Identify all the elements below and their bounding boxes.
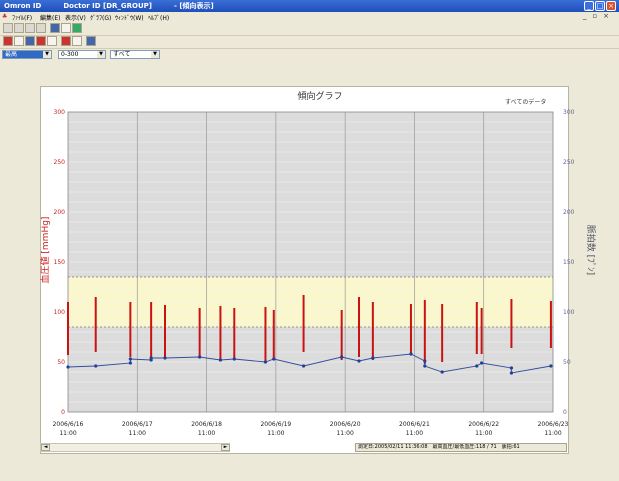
scroll-right-icon[interactable]: ► [221,444,230,451]
pulse-point [128,361,132,365]
chart-legend-text: すべてのデータ [505,98,546,106]
pulse-point [340,355,344,359]
x-tick-time: 11:00 [406,430,423,437]
pulse-point [149,356,153,360]
pulse-point [423,364,427,368]
x-tick-time: 11:00 [475,430,492,437]
x-tick-date: 2006/6/17 [122,421,153,428]
pulse-point [66,365,70,369]
pulse-point [198,355,202,359]
right-axis-label: 脈拍数 [ﾌﾟﾝ] [585,225,597,275]
y-tick-right: 100 [563,309,575,316]
x-tick-time: 11:00 [267,430,284,437]
y-tick-right: 0 [563,409,567,416]
pulse-point [272,357,276,361]
x-tick-date: 2006/6/18 [191,421,222,428]
x-tick-date: 2006/6/23 [538,421,569,428]
x-tick-time: 11:00 [129,430,146,437]
x-tick-time: 11:00 [198,430,215,437]
y-tick-left: 200 [54,209,66,216]
y-tick-left: 150 [54,259,66,266]
x-tick-time: 11:00 [59,430,76,437]
y-tick-right: 300 [563,109,575,116]
pulse-point [509,366,514,370]
horizontal-scrollbar[interactable]: ◄ ► [40,443,230,452]
left-axis-label: 血圧値 [mmHg] [39,217,51,284]
pulse-point [480,361,484,365]
y-tick-right: 200 [563,209,575,216]
pulse-point [218,358,223,362]
x-tick-date: 2006/6/22 [468,421,499,428]
y-tick-left: 50 [57,359,65,366]
pulse-point [232,357,236,361]
pulse-point [371,356,375,360]
y-tick-left: 100 [54,309,66,316]
chart-title: 傾向グラフ [297,90,342,102]
pulse-point [423,359,427,363]
pulse-point [357,359,361,363]
y-tick-right: 250 [563,159,575,166]
measurement-status: 測定日:2005/02/11 11:36:08 最高血圧/最低血圧:118 / … [355,443,567,452]
pulse-point [301,364,306,368]
x-tick-date: 2006/6/20 [330,421,361,428]
pulse-point [263,360,268,364]
x-tick-date: 2006/6/19 [260,421,291,428]
pulse-point [163,356,167,360]
x-tick-time: 11:00 [336,430,353,437]
y-tick-right: 150 [563,259,575,266]
y-tick-left: 250 [54,159,66,166]
pulse-point [409,352,413,356]
pulse-point [128,357,132,361]
x-tick-time: 11:00 [544,430,561,437]
scroll-left-icon[interactable]: ◄ [41,444,50,451]
pulse-point [440,370,444,374]
x-tick-date: 2006/6/21 [399,421,430,428]
y-tick-left: 300 [54,109,66,116]
y-tick-left: 0 [61,409,65,416]
y-tick-right: 50 [563,359,571,366]
pulse-point [509,371,514,375]
trend-chart: 傾向グラフ すべてのデータ 0 0 50 50 100 100 150 150 200 200 25… [39,90,597,437]
pulse-point [94,364,98,368]
x-tick-date: 2006/6/16 [53,421,84,428]
pulse-point [475,364,479,368]
pulse-point [549,364,553,368]
